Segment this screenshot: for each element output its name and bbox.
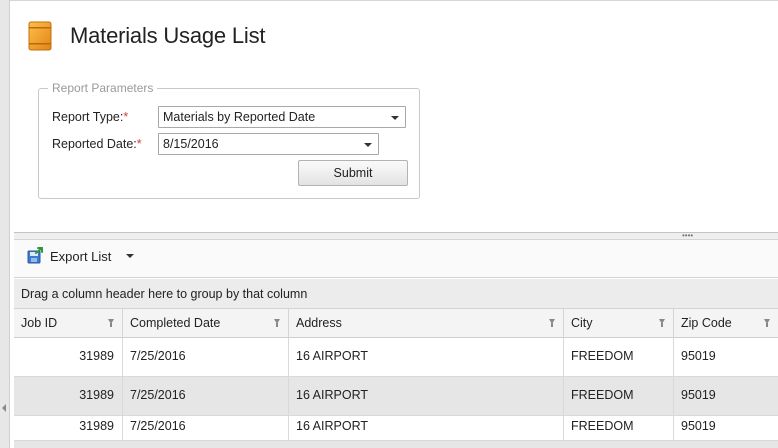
- submit-button[interactable]: Submit: [298, 160, 408, 186]
- filter-icon[interactable]: [274, 319, 280, 327]
- cell-address: 16 AIRPORT: [289, 338, 564, 376]
- filter-icon[interactable]: [764, 319, 770, 327]
- cell-completed-date: 7/25/2016: [123, 416, 289, 440]
- filter-icon[interactable]: [549, 319, 555, 327]
- column-header-city[interactable]: City: [564, 309, 674, 338]
- column-header-completed-date[interactable]: Completed Date: [123, 309, 289, 338]
- report-parameters-legend: Report Parameters: [48, 81, 158, 95]
- cell-job-id: 31989: [14, 338, 123, 376]
- cell-job-id: 31989: [14, 377, 123, 415]
- collapse-arrow-icon[interactable]: [2, 404, 6, 412]
- column-header-zip-code[interactable]: Zip Code: [674, 309, 778, 338]
- report-type-select[interactable]: Materials by Reported Date: [158, 106, 406, 128]
- group-by-panel[interactable]: Drag a column header here to group by th…: [14, 279, 778, 309]
- chevron-down-icon[interactable]: [364, 143, 372, 147]
- chevron-down-icon[interactable]: [126, 254, 134, 258]
- table-row[interactable]: [14, 441, 778, 448]
- table-row[interactable]: 31989 7/25/2016 16 AIRPORT FREEDOM 95019: [14, 416, 778, 441]
- group-by-hint: Drag a column header here to group by th…: [21, 287, 308, 301]
- report-type-value: Materials by Reported Date: [163, 110, 316, 124]
- page-title: Materials Usage List: [70, 23, 266, 48]
- cell-completed-date: 7/25/2016: [123, 338, 289, 376]
- export-icon[interactable]: [26, 247, 44, 265]
- cell-city: FREEDOM: [564, 377, 674, 415]
- cell-city: FREEDOM: [564, 338, 674, 376]
- cell-zip-code: 95019: [681, 419, 716, 433]
- column-header-address[interactable]: Address: [289, 309, 564, 338]
- column-header-job-id[interactable]: Job ID: [14, 309, 123, 338]
- cell-zip-code: 95019: [681, 349, 716, 363]
- table-row[interactable]: 31989 7/25/2016 16 AIRPORT FREEDOM 95019: [14, 377, 778, 416]
- reported-date-value: 8/15/2016: [163, 137, 219, 151]
- export-list-button[interactable]: Export List: [50, 249, 111, 264]
- folder-icon: [28, 21, 52, 51]
- filter-icon[interactable]: [108, 319, 114, 327]
- table-row[interactable]: 31989 7/25/2016 16 AIRPORT FREEDOM 95019: [14, 338, 778, 377]
- cell-city: FREEDOM: [564, 416, 674, 440]
- reported-date-picker[interactable]: 8/15/2016: [158, 133, 379, 155]
- drag-handle-icon[interactable]: ••••: [682, 232, 693, 240]
- left-collapse-strip[interactable]: [0, 0, 10, 448]
- cell-completed-date: 7/25/2016: [123, 377, 289, 415]
- reported-date-label: Reported Date:*: [52, 137, 142, 151]
- cell-job-id: 31989: [14, 416, 123, 440]
- top-border: [10, 0, 778, 6]
- panel-splitter[interactable]: ••••: [14, 232, 778, 240]
- cell-zip-code: 95019: [681, 388, 716, 402]
- grid-toolbar: Export List: [14, 240, 778, 278]
- chevron-down-icon[interactable]: [391, 116, 399, 120]
- filter-icon[interactable]: [659, 319, 665, 327]
- cell-address: 16 AIRPORT: [289, 416, 564, 440]
- report-type-label: Report Type:*: [52, 110, 129, 124]
- cell-address: 16 AIRPORT: [289, 377, 564, 415]
